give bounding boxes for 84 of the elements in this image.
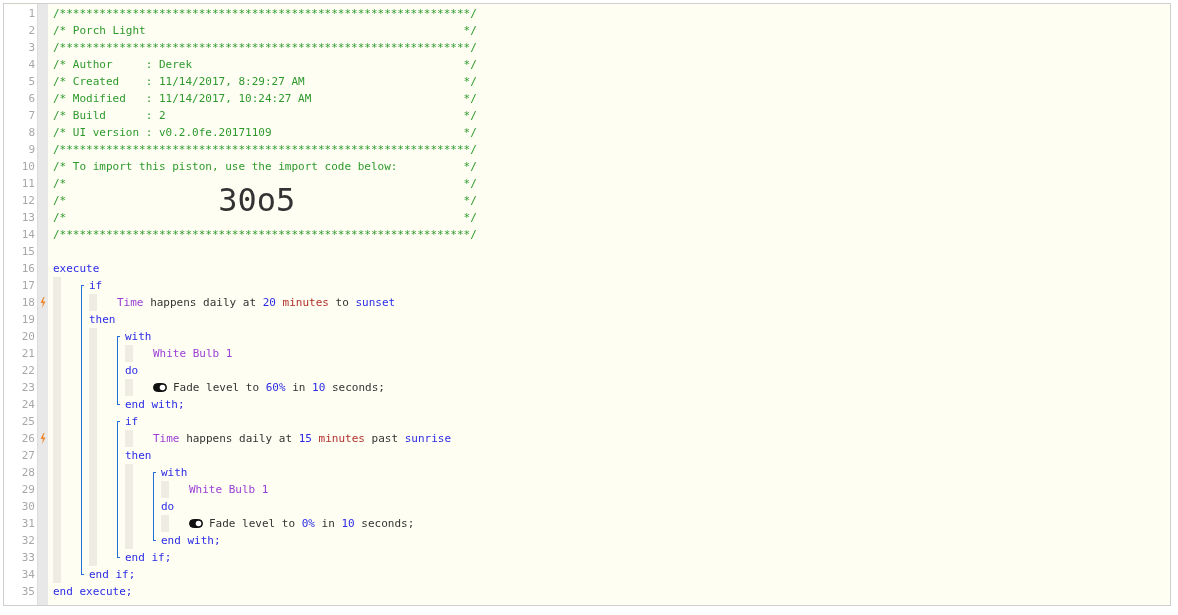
comment-text: /**************************************************************/ (53, 6, 477, 22)
code-line: then (89, 312, 116, 328)
line-number: 12 (20, 193, 35, 209)
line-number: 28 (20, 465, 35, 481)
line-number: 18 (20, 295, 35, 311)
comment-end: */ (463, 159, 477, 175)
code-line: Time happens daily at 15 minutes past sunrise (153, 431, 452, 447)
code-line: end with; (161, 533, 221, 549)
comment-end: */ (463, 91, 477, 107)
code-line: end if; (89, 567, 136, 583)
code-line: Fade level to 60% in 10 seconds; (173, 380, 385, 396)
comment-text: /* (53, 210, 67, 226)
code-line: do (161, 499, 175, 515)
line-number: 27 (20, 448, 35, 464)
comment-text: /* (53, 193, 67, 209)
line-number: 1 (27, 6, 35, 22)
comment-text: /* To import this piston, use the import code below: (53, 159, 398, 175)
code-line: with (125, 329, 152, 345)
line-number: 29 (20, 482, 35, 498)
line-number: 11 (20, 176, 35, 192)
line-number: 14 (20, 227, 35, 243)
line-number: 4 (27, 57, 35, 73)
comment-text: /**************************************************************/ (53, 142, 477, 158)
code-line: White Bulb 1 (153, 346, 233, 362)
line-number: 8 (27, 125, 35, 141)
toggle-icon (153, 383, 167, 392)
line-number: 6 (27, 91, 35, 107)
line-number: 21 (20, 346, 35, 362)
comment-text: /* Build : 2 (53, 108, 166, 124)
line-number: 5 (27, 74, 35, 90)
line-number: 30 (20, 499, 35, 515)
line-number: 9 (27, 142, 35, 158)
comment-end: */ (463, 193, 477, 209)
comment-text: /**************************************************************/ (53, 227, 477, 243)
code-line: execute (53, 261, 100, 277)
line-number: 24 (20, 397, 35, 413)
line-number: 16 (20, 261, 35, 277)
comment-text: /* UI version : v0.2.0fe.20171109 (53, 125, 272, 141)
line-number: 15 (20, 244, 35, 260)
code-line: White Bulb 1 (189, 482, 269, 498)
line-number: 7 (27, 108, 35, 124)
comment-end: */ (463, 210, 477, 226)
code-line: Fade level to 0% in 10 seconds; (209, 516, 415, 532)
line-number: 34 (20, 567, 35, 583)
bracket-line (117, 336, 120, 405)
code-line: with (161, 465, 188, 481)
code-line: then (125, 448, 152, 464)
code-line: Time happens daily at 20 minutes to sunset (117, 295, 396, 311)
comment-text: /* (53, 176, 67, 192)
code-line: end with; (125, 397, 185, 413)
line-number: 10 (20, 159, 35, 175)
code-line: do (125, 363, 139, 379)
comment-end: */ (463, 176, 477, 192)
line-number: 31 (20, 516, 35, 532)
line-number: 25 (20, 414, 35, 430)
comment-text: /* Created : 11/14/2017, 8:29:27 AM (53, 74, 305, 90)
comment-end: */ (463, 108, 477, 124)
comment-text: /**************************************************************/ (53, 40, 477, 56)
code-line: end execute; (53, 584, 133, 600)
comment-end: */ (463, 74, 477, 90)
line-number: 35 (20, 584, 35, 600)
comment-text: /* Author : Derek (53, 57, 193, 73)
bracket-line (153, 472, 156, 541)
line-number: 19 (20, 312, 35, 328)
line-number: 22 (20, 363, 35, 379)
line-number: 32 (20, 533, 35, 549)
comment-text: /* Modified : 11/14/2017, 10:24:27 AM (53, 91, 312, 107)
code-line: end if; (125, 550, 172, 566)
line-number: 33 (20, 550, 35, 566)
code-line: if (125, 414, 139, 430)
comment-end: */ (463, 125, 477, 141)
line-number: 23 (20, 380, 35, 396)
line-number: 3 (27, 40, 35, 56)
line-number: 13 (20, 210, 35, 226)
comment-end: */ (463, 57, 477, 73)
line-number: 26 (20, 431, 35, 447)
line-number: 2 (27, 23, 35, 39)
code-line: if (89, 278, 103, 294)
line-number: 20 (20, 329, 35, 345)
line-number: 17 (20, 278, 35, 294)
import-code: 30o5 (218, 184, 296, 217)
comment-text: /* Porch Light (53, 23, 146, 39)
toggle-icon (189, 519, 203, 528)
comment-end: */ (463, 23, 477, 39)
